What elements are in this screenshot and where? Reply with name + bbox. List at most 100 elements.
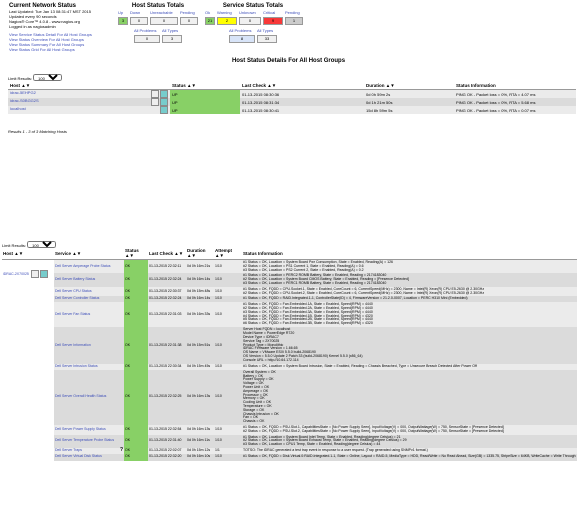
host-limit-results: Limit Results: 100 [8,74,63,81]
host-graph-icon[interactable] [39,270,48,278]
attempt: 1/10 [214,259,242,274]
service-link[interactable]: Dell Server Amperage Probe Status [55,264,110,268]
service-all-problems-count[interactable]: 8 [229,35,255,43]
service-link[interactable]: Dell Server Information [55,343,91,347]
service-cell: Dell Server CPU Status [54,286,124,297]
sort-arrows-icon[interactable]: ▲▼ [215,253,224,258]
sort-arrows-icon[interactable]: ▲▼ [187,83,196,88]
host-pending-link[interactable]: Pending [180,10,195,15]
last-check: 01-13-2015 08:30:41 [240,106,364,114]
service-link[interactable]: Dell Server Overall Health Status [55,394,106,399]
last-check: 01-13-2015 22:30:37 [148,286,186,297]
service-all-types-count[interactable]: 33 [257,35,277,43]
table-row: Dell Server Fan Status OK 01-13-2015 22:31… [2,302,577,327]
service-critical-link[interactable]: Critical [263,10,275,15]
status-info: #1 Status = OK, Location = PERC2 ROMB Ba… [242,273,577,287]
service-status-totals: Service Status Totals Ok Warning Unknown… [204,3,303,44]
status-info: #1 Status = OK, FQDD = CPU.Socket.1, Sta… [242,286,577,297]
service-link[interactable]: Dell Server Traps [55,448,82,452]
service-cell: Dell Server Information [54,326,124,364]
attempt: 1/10 [214,434,242,448]
attempt: 1/10 [214,302,242,327]
last-check: 01-13-2015 08:31:34 [240,98,364,106]
host-all-problems-count[interactable]: 0 [134,35,160,43]
service-link[interactable]: Dell Server Power Supply Status [55,427,106,431]
service-all-problems-link[interactable]: All Problems [229,28,251,33]
service-details-icon[interactable] [151,90,159,98]
service-status-table: Host ▲▼ Service ▲▼ Status ▲▼ Last Check … [2,247,577,461]
host-graph-icon[interactable] [160,98,168,106]
attempt: 1/10 [214,424,242,435]
service-cell: Dell Server Temperature Probe Status [54,434,124,448]
service-critical-count[interactable]: 9 [263,17,283,25]
host-all-problems-link[interactable]: All Problems [134,28,156,33]
service-details-icon[interactable] [30,270,39,278]
sort-arrows-icon[interactable]: ▲▼ [125,253,134,258]
status-info: PING OK - Packet loss = 0%, RTA = 0.07 m… [454,106,576,114]
host-status-table: Host ▲▼ Status ▲▼ Last Check ▲▼ Duration… [8,82,576,114]
host-down-count[interactable]: 0 [130,17,148,25]
link-status-grid[interactable]: View Status Grid For All Host Groups [9,47,75,52]
service-unknown-link[interactable]: Unknown [239,10,256,15]
duration: 0d 0h 16m 11s [186,434,214,448]
host-limit-label: Limit Results: [8,76,33,81]
service-link[interactable]: Dell Server CPU Status [55,289,92,293]
status-badge: UP [170,89,240,98]
service-unknown-count[interactable]: 0 [239,17,261,25]
sort-arrows-icon[interactable]: ▲▼ [187,253,196,258]
col-last-check: Last Check [242,83,267,88]
sort-arrows-icon[interactable]: ▲▼ [174,251,183,256]
table-row: Dell Server Battery Status OK 01-13-2015 2… [2,273,577,287]
host-link[interactable]: idrac-S0BGG2S [10,98,39,103]
duration: 0d 0h 16m 13s [186,424,214,435]
duration: 0d 0h 16m 33s [186,302,214,327]
sort-arrows-icon[interactable]: ▲▼ [386,83,395,88]
service-cell: Dell Server Amperage Probe Status [54,259,124,274]
host-all-types-link[interactable]: All Types [162,28,178,33]
service-link[interactable]: Dell Server Virtual Disk Status [55,454,102,458]
host-all-types-count[interactable]: 3 [162,35,182,43]
duration: 0d 0h 15m 51s [186,326,214,364]
host-graph-icon[interactable] [160,106,168,114]
service-link[interactable]: Dell Server Temperature Probe Status [55,438,114,442]
sort-arrows-icon[interactable]: ▲▼ [14,251,23,256]
service-pending-link[interactable]: Pending [285,10,300,15]
host-link[interactable]: localhost [10,106,26,111]
host-link[interactable]: idrac-5EHPG2 [10,90,36,95]
host-pending-count[interactable]: 0 [180,17,198,25]
service-link[interactable]: Dell Server Battery Status [55,277,95,281]
host-unreachable-link[interactable]: Unreachable [150,10,173,15]
status-info: PING OK - Packet loss = 0%, RTA = 4.07 m… [454,89,576,98]
sort-arrows-icon[interactable]: ▲▼ [72,251,81,256]
host-limit-select[interactable]: 100 [33,74,63,81]
sort-arrows-icon[interactable]: ▲▼ [21,83,30,88]
host-up-count[interactable]: 3 [118,17,128,25]
service-link[interactable]: Dell Server Fan Status [55,312,90,316]
duration: 0d 0h 16m 10s [186,453,214,461]
attempt: 1/10 [214,273,242,287]
sort-arrows-icon[interactable]: ▲▼ [267,83,276,88]
service-link[interactable]: Dell Server Controller Status [55,296,99,300]
service-all-types-link[interactable]: All Types [257,28,273,33]
service-link[interactable]: Dell Server Intrusion Status [55,364,98,368]
table-row: idrac-S0BGG2S UP 01-13-2015 08:31:34 0d … [8,98,576,106]
service-pending-count[interactable]: 1 [285,17,303,25]
host-link[interactable]: iDRAC-2X70025 [3,272,29,276]
status-info: #1 Status = OK, Location = System Board … [242,434,577,448]
unacknowledged-icon[interactable]: ? [120,448,123,453]
service-cell: Dell Server Fan Status [54,302,124,327]
host-unreachable-count[interactable]: 0 [150,17,178,25]
service-warning-link[interactable]: Warning [217,10,232,15]
host-graph-icon[interactable] [160,90,168,98]
host-up-link[interactable]: Up [118,10,123,15]
service-warning-count[interactable]: 2 [217,17,237,25]
attempt: 1/10 [214,453,242,461]
service-ok-link[interactable]: Ok [205,10,210,15]
host-down-link[interactable]: Down [130,10,140,15]
status-info: PING OK - Packet loss = 0%, RTA = 5.68 m… [454,98,576,106]
col-duration: Duration [366,83,385,88]
table-row: iDRAC-2X70025 Dell Server Amperage Probe… [2,259,577,278]
service-details-icon[interactable] [151,98,159,106]
table-row: Dell Server Overall Health Status OK 01-13… [2,369,577,425]
service-ok-count[interactable]: 21 [205,17,215,25]
